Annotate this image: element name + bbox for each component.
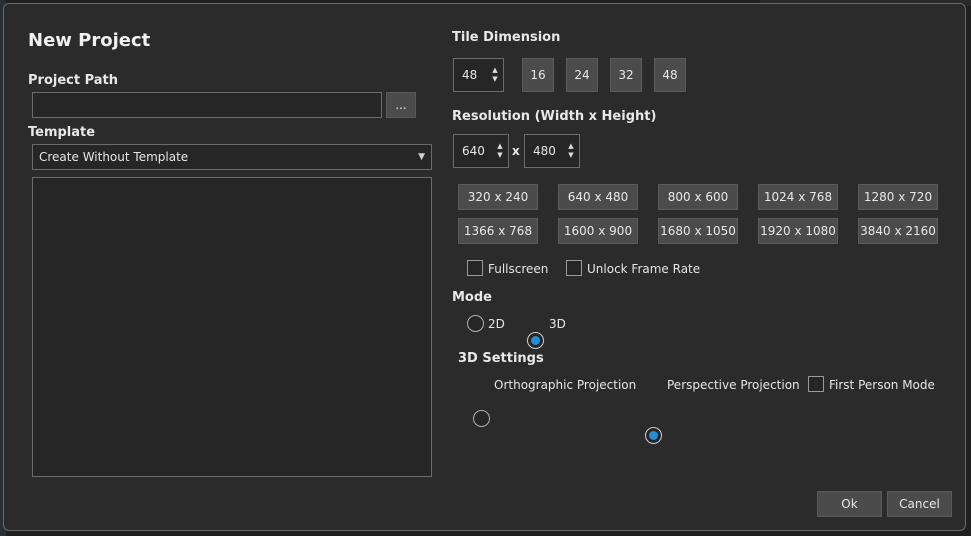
mode-label: Mode <box>452 290 492 305</box>
tile-dimension-spinner[interactable]: 48 ▲ ▼ <box>453 58 504 92</box>
browse-button[interactable]: ... <box>386 92 416 118</box>
resolution-preset-button[interactable]: 800 x 600 <box>658 184 738 210</box>
resolution-preset-button[interactable]: 640 x 480 <box>558 184 638 210</box>
template-list[interactable] <box>32 177 432 477</box>
resolution-preset-button[interactable]: 1366 x 768 <box>458 218 538 244</box>
fullscreen-checkbox[interactable] <box>467 260 483 276</box>
project-path-label: Project Path <box>28 73 119 88</box>
resolution-preset-button[interactable]: 1024 x 768 <box>758 184 838 210</box>
resolution-label: Resolution (Width x Height) <box>452 109 657 124</box>
tile-preset-button[interactable]: 32 <box>610 58 642 92</box>
first-person-mode-label: First Person Mode <box>829 378 935 392</box>
resolution-preset-button[interactable]: 1680 x 1050 <box>658 218 738 244</box>
tile-preset-button[interactable]: 24 <box>566 58 598 92</box>
tile-dimension-label: Tile Dimension <box>452 30 561 45</box>
chevron-up-icon[interactable]: ▲ <box>492 66 497 75</box>
chevron-up-icon[interactable]: ▲ <box>497 142 502 151</box>
chevron-down-icon[interactable]: ▼ <box>568 151 573 160</box>
resolution-preset-button[interactable]: 1920 x 1080 <box>758 218 838 244</box>
chevron-down-icon: ▼ <box>418 152 425 162</box>
template-label: Template <box>28 125 96 140</box>
project-path-input[interactable] <box>32 92 382 118</box>
template-select-value: Create Without Template <box>39 150 189 164</box>
resolution-preset-button[interactable]: 320 x 240 <box>458 184 538 210</box>
resolution-height-spinner[interactable]: 480 ▲ ▼ <box>524 134 580 168</box>
perspective-projection-label: Perspective Projection <box>667 378 800 392</box>
chevron-down-icon[interactable]: ▼ <box>492 75 497 84</box>
settings-3d-label: 3D Settings <box>458 351 544 366</box>
fullscreen-label: Fullscreen <box>488 262 549 276</box>
resolution-height-value: 480 <box>533 144 556 158</box>
resolution-separator: x <box>512 144 520 158</box>
orthographic-projection-radio[interactable] <box>473 410 490 427</box>
tile-preset-button[interactable]: 48 <box>654 58 686 92</box>
resolution-preset-button[interactable]: 3840 x 2160 <box>858 218 938 244</box>
ok-button[interactable]: Ok <box>817 491 882 517</box>
unlock-frame-rate-checkbox[interactable] <box>566 260 582 276</box>
resolution-width-value: 640 <box>462 144 485 158</box>
resolution-preset-button[interactable]: 1280 x 720 <box>858 184 938 210</box>
mode-2d-radio[interactable] <box>467 315 484 332</box>
dialog-title: New Project <box>28 30 151 51</box>
unlock-frame-rate-label: Unlock Frame Rate <box>587 262 701 276</box>
resolution-preset-button[interactable]: 1600 x 900 <box>558 218 638 244</box>
chevron-up-icon[interactable]: ▲ <box>568 142 573 151</box>
tile-dimension-value: 48 <box>462 68 478 82</box>
perspective-projection-radio[interactable] <box>645 427 662 444</box>
mode-2d-label: 2D <box>488 317 505 331</box>
orthographic-projection-label: Orthographic Projection <box>494 378 637 392</box>
template-select[interactable]: Create Without Template ▼ <box>32 144 432 170</box>
chevron-down-icon[interactable]: ▼ <box>497 151 502 160</box>
first-person-mode-checkbox[interactable] <box>808 376 824 392</box>
cancel-button[interactable]: Cancel <box>887 491 952 517</box>
mode-3d-label: 3D <box>549 317 566 331</box>
new-project-dialog: New Project Project Path ... Template Cr… <box>3 3 966 531</box>
tile-preset-button[interactable]: 16 <box>522 58 554 92</box>
resolution-width-spinner[interactable]: 640 ▲ ▼ <box>453 134 509 168</box>
mode-3d-radio[interactable] <box>527 332 544 349</box>
